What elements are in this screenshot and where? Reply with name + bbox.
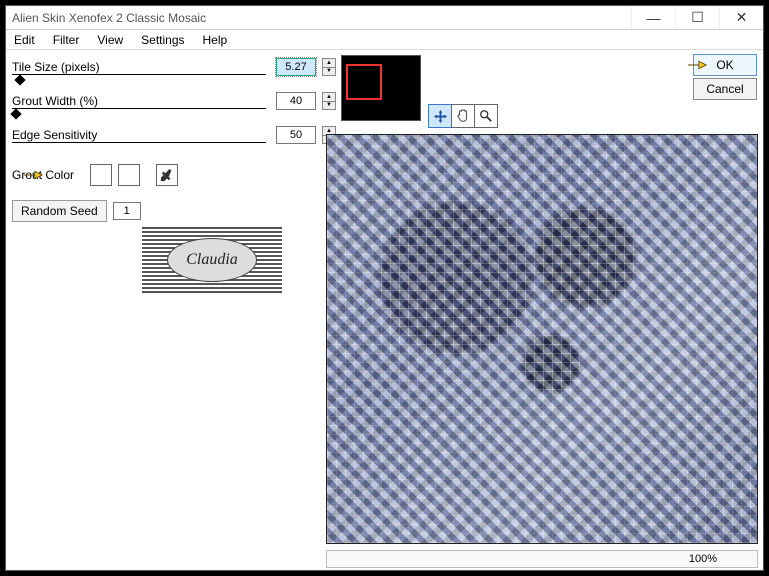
minimize-button[interactable]: — bbox=[631, 7, 675, 29]
mosaic-preview-image bbox=[327, 135, 757, 543]
signature-logo-text: Claudia bbox=[167, 238, 257, 282]
grout-color-swatch[interactable] bbox=[90, 164, 112, 186]
move-tool-icon bbox=[433, 109, 448, 124]
spin-down-icon[interactable]: ▼ bbox=[323, 68, 335, 76]
navigator-thumbnail[interactable] bbox=[341, 55, 421, 121]
move-tool-button[interactable] bbox=[428, 104, 452, 128]
grout-width-slider-handle[interactable] bbox=[10, 108, 21, 119]
grout-width-input[interactable] bbox=[276, 92, 316, 110]
zoom-tool-button[interactable] bbox=[474, 104, 498, 128]
grout-width-slider-track[interactable] bbox=[12, 108, 266, 109]
edge-sensitivity-input[interactable] bbox=[276, 126, 316, 144]
pointer-hand-icon bbox=[686, 57, 708, 73]
menubar: Edit Filter View Settings Help bbox=[6, 30, 763, 50]
hand-tool-icon bbox=[456, 109, 470, 123]
window-title: Alien Skin Xenofex 2 Classic Mosaic bbox=[12, 11, 631, 25]
menu-view[interactable]: View bbox=[97, 33, 123, 47]
navigator-viewport-rect[interactable] bbox=[346, 64, 382, 100]
maximize-button[interactable]: ☐ bbox=[675, 7, 719, 29]
tile-size-slider-handle[interactable] bbox=[14, 74, 25, 85]
menu-settings[interactable]: Settings bbox=[141, 33, 184, 47]
preview-toolbar bbox=[428, 104, 497, 128]
grout-width-label: Grout Width (%) bbox=[12, 94, 98, 108]
ok-button[interactable]: OK bbox=[693, 54, 757, 76]
tile-size-input[interactable] bbox=[276, 58, 316, 76]
random-seed-input[interactable] bbox=[113, 202, 141, 220]
grout-color-swatch-white[interactable] bbox=[118, 164, 140, 186]
grout-width-spinner[interactable]: ▲▼ bbox=[322, 92, 336, 110]
cancel-button-label: Cancel bbox=[706, 82, 743, 96]
spin-up-icon[interactable]: ▲ bbox=[323, 59, 335, 68]
edge-sensitivity-slider-track[interactable] bbox=[12, 142, 266, 143]
titlebar: Alien Skin Xenofex 2 Classic Mosaic — ☐ … bbox=[6, 6, 763, 30]
edge-sensitivity-label: Edge Sensitivity bbox=[12, 128, 97, 142]
ok-button-label: OK bbox=[716, 58, 733, 72]
random-seed-label: Random Seed bbox=[21, 204, 98, 218]
menu-edit[interactable]: Edit bbox=[14, 33, 35, 47]
content-area: Tile Size (pixels) ▲▼ Grout Width (%) ▲▼… bbox=[6, 50, 763, 570]
tile-size-slider-track[interactable] bbox=[12, 74, 266, 75]
eyedropper-button[interactable] bbox=[156, 164, 178, 186]
menu-filter[interactable]: Filter bbox=[53, 33, 80, 47]
random-seed-button[interactable]: Random Seed bbox=[12, 200, 107, 222]
spin-down-icon[interactable]: ▼ bbox=[323, 102, 335, 110]
spin-up-icon[interactable]: ▲ bbox=[323, 93, 335, 102]
close-button[interactable]: ✕ bbox=[719, 7, 763, 29]
menu-help[interactable]: Help bbox=[203, 33, 228, 47]
dialog-buttons: OK Cancel bbox=[693, 54, 757, 100]
preview-panel[interactable] bbox=[326, 134, 758, 544]
pointer-hand-icon bbox=[22, 167, 44, 183]
zoom-level: 100% bbox=[689, 553, 717, 565]
tile-size-label: Tile Size (pixels) bbox=[12, 60, 100, 74]
status-bar: 100% bbox=[326, 550, 758, 568]
cancel-button[interactable]: Cancel bbox=[693, 78, 757, 100]
tile-size-spinner[interactable]: ▲▼ bbox=[322, 58, 336, 76]
signature-logo: Claudia bbox=[142, 225, 282, 295]
app-window: Alien Skin Xenofex 2 Classic Mosaic — ☐ … bbox=[5, 5, 764, 571]
hand-tool-button[interactable] bbox=[451, 104, 475, 128]
eyedropper-icon bbox=[160, 168, 174, 182]
zoom-tool-icon bbox=[479, 109, 493, 123]
